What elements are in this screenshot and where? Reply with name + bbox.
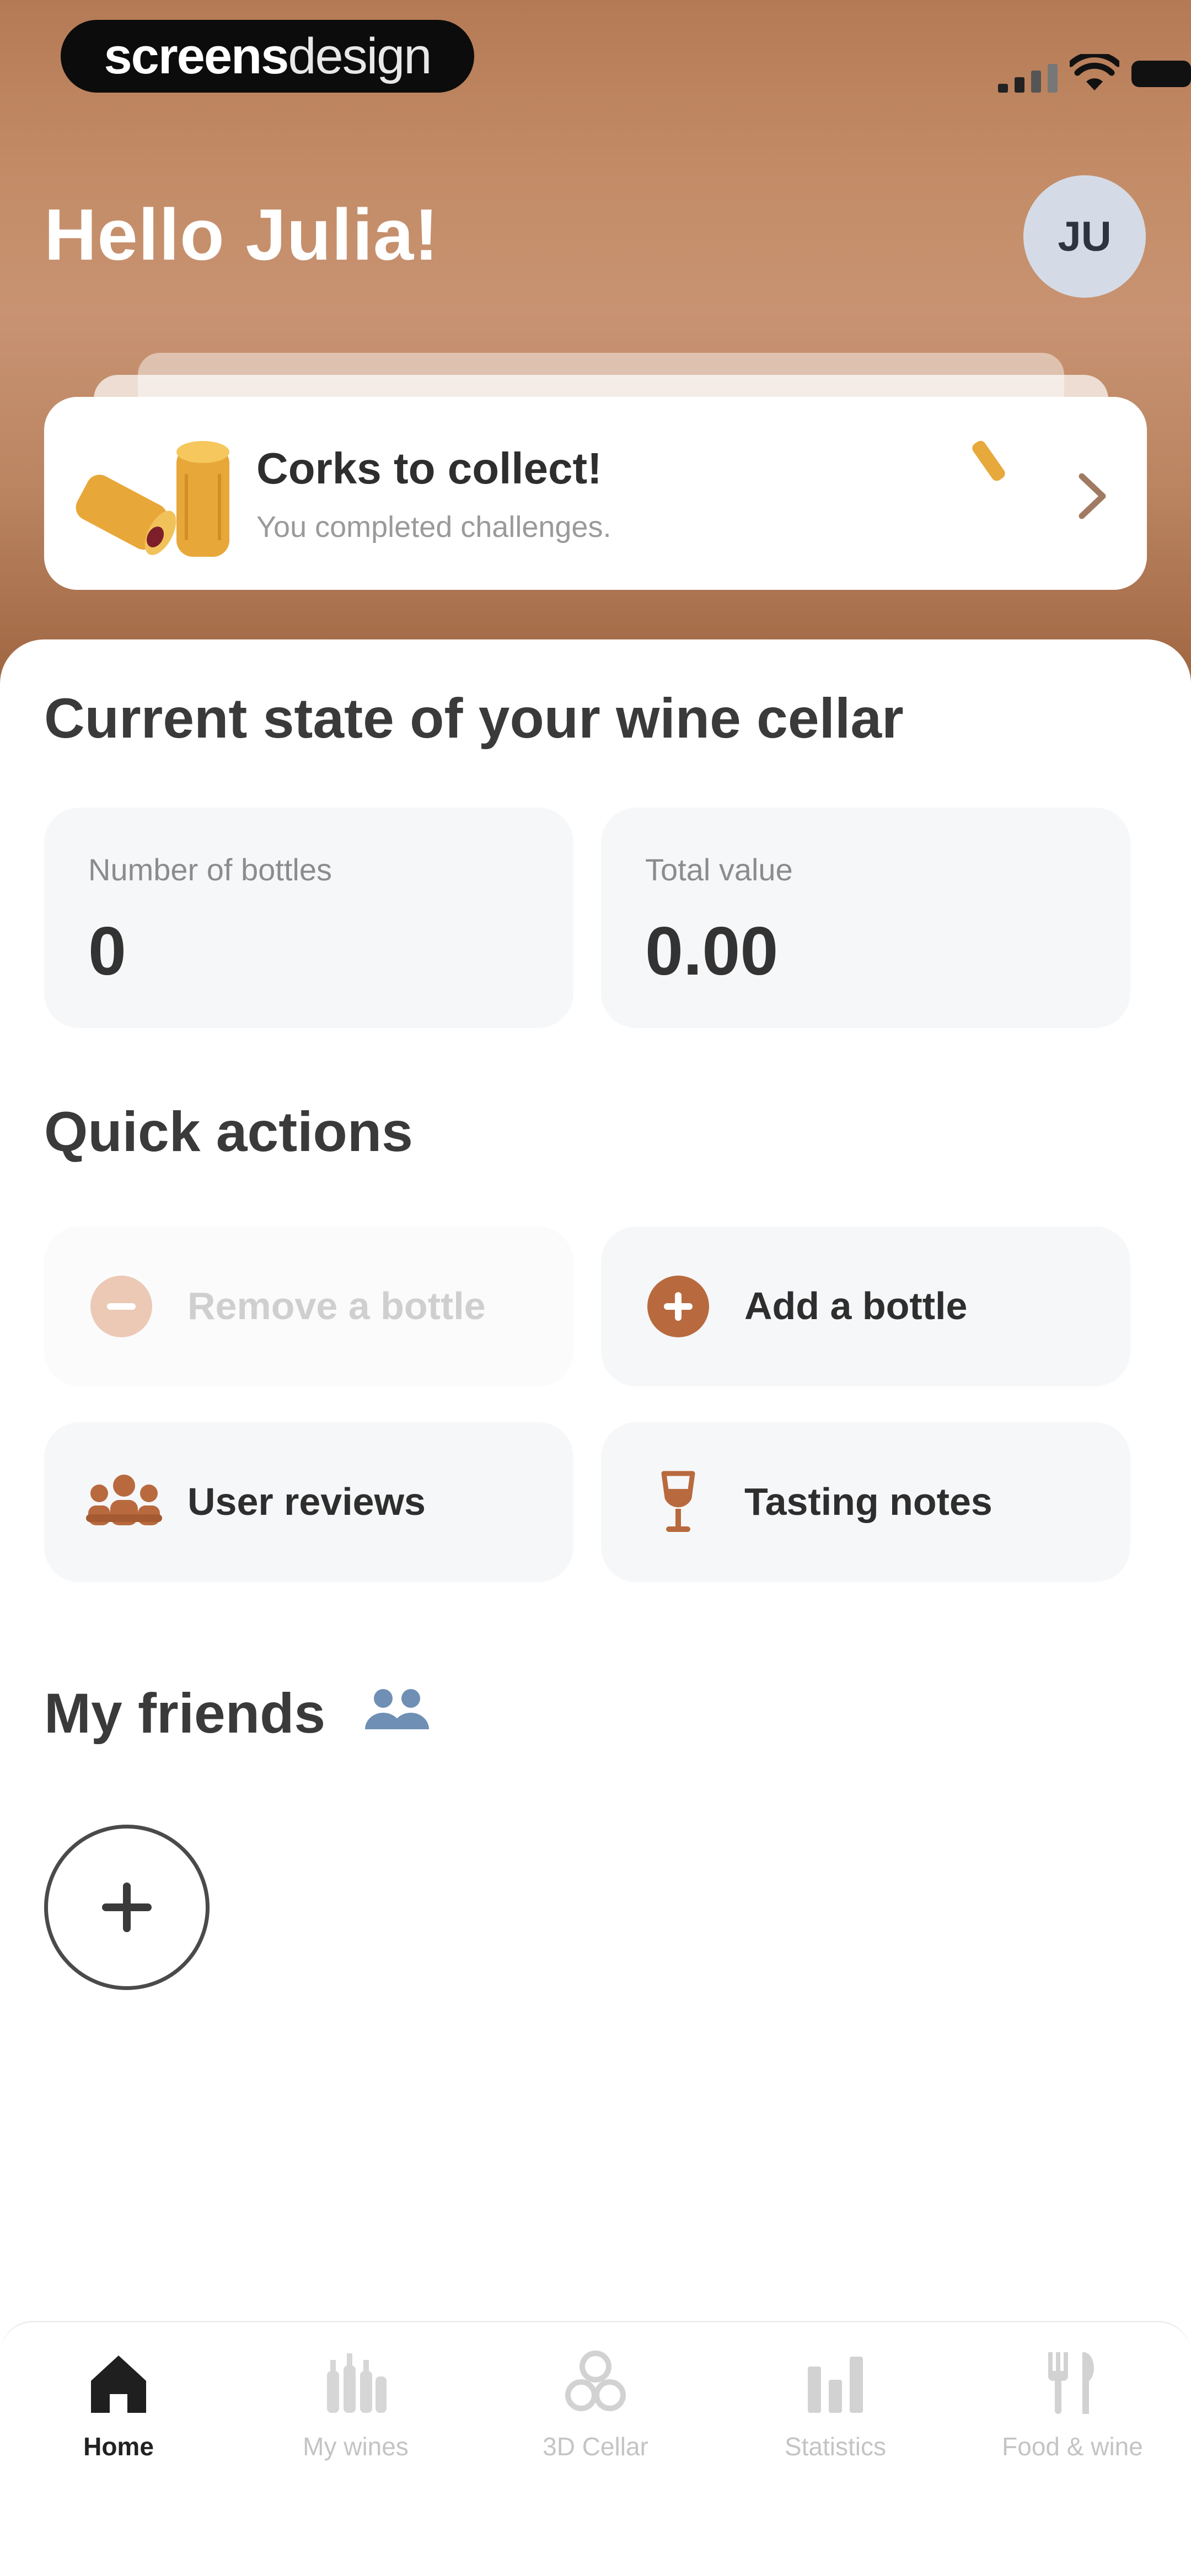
- cellular-signal-icon: [998, 60, 1064, 93]
- wifi-icon: [1070, 54, 1119, 90]
- tab-my-wines[interactable]: My wines: [240, 2344, 471, 2477]
- cellar-icon: [565, 2351, 626, 2411]
- tab-home-label: Home: [83, 2432, 154, 2461]
- tab-3d-cellar-label: 3D Cellar: [543, 2432, 648, 2461]
- tab-food-wine-label: Food & wine: [1002, 2432, 1143, 2461]
- tab-statistics[interactable]: Statistics: [720, 2344, 951, 2477]
- statistics-icon: [808, 2357, 863, 2413]
- battery-icon: [1131, 61, 1191, 87]
- cellar-section-title: Current state of your wine cellar: [44, 687, 904, 750]
- bottles-count-label: Number of bottles: [88, 852, 332, 887]
- user-reviews-button[interactable]: User reviews: [44, 1422, 573, 1582]
- bottom-tab-bar: Home My wines 3D Cellar Statistics Food …: [0, 2321, 1191, 2576]
- cork-icon: [970, 438, 1007, 483]
- bottles-count-value: 0: [88, 913, 126, 989]
- plus-circle-icon: [647, 1276, 709, 1337]
- tasting-notes-button[interactable]: Tasting notes: [601, 1422, 1130, 1582]
- cutlery-icon: [1048, 2352, 1095, 2414]
- tab-statistics-label: Statistics: [784, 2432, 887, 2461]
- tab-3d-cellar[interactable]: 3D Cellar: [480, 2344, 711, 2477]
- home-icon: [91, 2355, 146, 2413]
- challenge-card[interactable]: Corks to collect! You completed challeng…: [44, 397, 1147, 590]
- status-bar-icons: [926, 44, 1191, 94]
- total-value-value: 0.00: [645, 913, 779, 989]
- remove-bottle-label: Remove a bottle: [187, 1284, 486, 1327]
- total-value-card: Total value 0.00: [601, 808, 1130, 1028]
- challenge-title: Corks to collect!: [256, 444, 602, 493]
- corks-illustration-icon: [76, 441, 229, 557]
- minus-circle-icon: [90, 1276, 152, 1337]
- tab-food-wine[interactable]: Food & wine: [957, 2344, 1188, 2477]
- quick-actions-title: Quick actions: [44, 1100, 413, 1163]
- avatar-initials: JU: [1058, 213, 1112, 260]
- add-bottle-button[interactable]: Add a bottle: [601, 1227, 1130, 1386]
- remove-bottle-button[interactable]: Remove a bottle: [44, 1227, 573, 1386]
- user-reviews-label: User reviews: [187, 1480, 426, 1523]
- bottles-count-card: Number of bottles 0: [44, 808, 573, 1028]
- bottles-icon: [327, 2353, 387, 2413]
- header-background: [0, 0, 1191, 695]
- total-value-label: Total value: [645, 852, 793, 887]
- tab-home[interactable]: Home: [3, 2344, 234, 2477]
- plus-icon: [102, 1883, 152, 1932]
- screensdesign-logo: screens design: [61, 20, 474, 93]
- wine-glass-icon: [661, 1471, 695, 1532]
- greeting-title: Hello Julia!: [44, 194, 439, 275]
- add-bottle-label: Add a bottle: [744, 1284, 968, 1327]
- chevron-right-icon[interactable]: [1070, 469, 1114, 524]
- friends-section-title: My friends: [44, 1682, 326, 1745]
- challenge-subtitle: You completed challenges.: [256, 510, 611, 544]
- friends-icon: [365, 1689, 429, 1729]
- user-avatar[interactable]: JU: [1023, 175, 1146, 298]
- tasting-notes-label: Tasting notes: [744, 1480, 993, 1523]
- users-group-icon: [86, 1475, 162, 1525]
- tab-my-wines-label: My wines: [303, 2432, 409, 2461]
- add-friend-button[interactable]: [44, 1825, 210, 1990]
